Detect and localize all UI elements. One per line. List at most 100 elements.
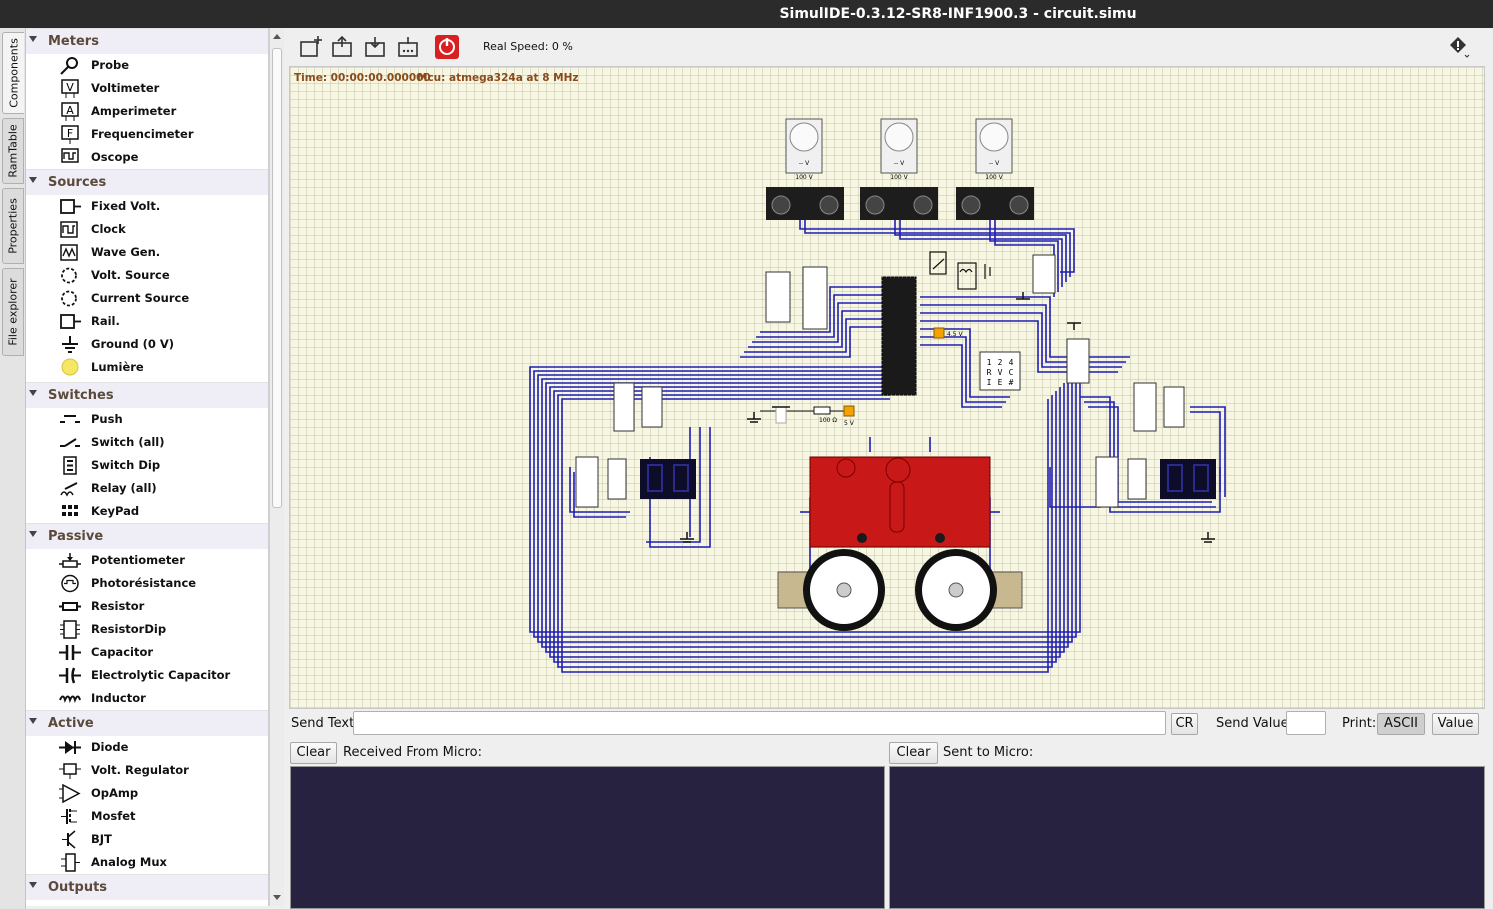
- send-value-input[interactable]: [1286, 711, 1326, 735]
- category-active[interactable]: Active: [26, 710, 268, 736]
- keypad-icon: [59, 502, 81, 521]
- svg-text:-- V: -- V: [894, 160, 905, 167]
- ultrasonic-sensor-2[interactable]: [860, 187, 938, 220]
- relay-and-battery: [929, 251, 991, 290]
- chevron-down-icon: [29, 390, 37, 396]
- palette-item-keypad[interactable]: KeyPad: [26, 500, 268, 523]
- palette-item-volt-source[interactable]: Volt. Source: [26, 264, 268, 287]
- circuit-canvas[interactable]: Time: 00:00:00.000000 Mcu: atmega324a at…: [289, 66, 1485, 709]
- palette-item-resistor[interactable]: Resistor: [26, 595, 268, 618]
- resistor-100-ohm[interactable]: 100 Ω: [760, 406, 844, 424]
- ultrasonic-sensor-1[interactable]: [766, 187, 844, 220]
- microcontroller-chip[interactable]: [881, 276, 917, 396]
- svg-text:4.5 V: 4.5 V: [947, 331, 963, 338]
- scrollbar-thumb[interactable]: [272, 48, 282, 508]
- category-outputs[interactable]: Outputs: [26, 874, 268, 900]
- received-terminal[interactable]: [290, 766, 885, 909]
- clock-icon: [59, 220, 81, 239]
- category-meters[interactable]: Meters: [26, 28, 268, 54]
- palette-item-oscope[interactable]: Oscope: [26, 146, 268, 169]
- circuit-schematic: -- V 100 V -- V 100 V -- V 100 V 1 2 4 R…: [529, 118, 1226, 673]
- palette-item-relay[interactable]: Relay (all): [26, 477, 268, 500]
- right-wheel[interactable]: [915, 549, 1023, 631]
- tab-properties[interactable]: Properties: [2, 188, 24, 264]
- svg-text:C: C: [1009, 368, 1014, 377]
- chevron-down-icon: [29, 36, 37, 42]
- palette-item-analog-mux[interactable]: Analog Mux: [26, 851, 268, 874]
- palette-item-switch-dip[interactable]: Switch Dip: [26, 454, 268, 477]
- palette-item-current-source[interactable]: Current Source: [26, 287, 268, 310]
- palette-scrollbar[interactable]: [269, 28, 284, 906]
- save-circuit-button[interactable]: [363, 34, 389, 60]
- category-sources[interactable]: Sources: [26, 169, 268, 195]
- scroll-up-icon[interactable]: [273, 34, 281, 39]
- palette-item-frequencimeter[interactable]: F Frequencimeter: [26, 123, 268, 146]
- palette-item-capacitor[interactable]: Capacitor: [26, 641, 268, 664]
- seven-segment-display-right[interactable]: [1160, 459, 1216, 499]
- tab-components[interactable]: Components: [2, 32, 24, 114]
- received-from-micro-label: Received From Micro:: [343, 745, 482, 760]
- tab-file-explorer[interactable]: File explorer: [2, 268, 24, 356]
- voltimeter-1[interactable]: -- V 100 V: [785, 118, 823, 181]
- palette-item-photoresistance[interactable]: Photorésistance: [26, 572, 268, 595]
- seven-segment-display-left[interactable]: [640, 459, 696, 499]
- palette-item-rail[interactable]: Rail.: [26, 310, 268, 333]
- palette-item-amperimeter[interactable]: A Amperimeter: [26, 100, 268, 123]
- volt-source-icon: [59, 266, 81, 285]
- palette-item-voltimeter[interactable]: V Voltimeter: [26, 77, 268, 100]
- clear-sent-button[interactable]: Clear: [889, 742, 938, 764]
- palette-item-fixed-volt[interactable]: Fixed Volt.: [26, 195, 268, 218]
- chevron-down-icon: [29, 882, 37, 888]
- palette-item-electrolytic-capacitor[interactable]: Electrolytic Capacitor: [26, 664, 268, 687]
- voltimeter-3[interactable]: -- V 100 V: [975, 118, 1013, 181]
- voltimeter-icon: V: [59, 79, 81, 98]
- toolbar: Real Speed: 0 %: [289, 28, 1493, 66]
- palette-item-resistordip[interactable]: ResistorDip: [26, 618, 268, 641]
- left-wheel[interactable]: [777, 549, 885, 631]
- palette-item-switch[interactable]: Switch (all): [26, 431, 268, 454]
- palette-item-potentiometer[interactable]: Potentiometer: [26, 549, 268, 572]
- voltimeter-2[interactable]: -- V 100 V: [880, 118, 918, 181]
- cr-button[interactable]: CR: [1171, 713, 1198, 735]
- bjt-icon: [59, 830, 81, 849]
- open-circuit-button[interactable]: [330, 34, 356, 60]
- ascii-button[interactable]: ASCII: [1377, 713, 1425, 735]
- power-button[interactable]: [434, 34, 460, 60]
- palette-item-diode[interactable]: Diode: [26, 736, 268, 759]
- sent-terminal[interactable]: [889, 766, 1485, 909]
- palette-item-probe[interactable]: Probe: [26, 54, 268, 77]
- new-circuit-icon: [300, 36, 322, 57]
- palette-item-clock[interactable]: Clock: [26, 218, 268, 241]
- category-passive[interactable]: Passive: [26, 523, 268, 549]
- palette-item-push[interactable]: Push: [26, 408, 268, 431]
- amperimeter-icon: A: [59, 102, 81, 121]
- keypad[interactable]: 1 2 4 R V C I E #: [987, 358, 1014, 387]
- palette-item-wave-gen[interactable]: Wave Gen.: [26, 241, 268, 264]
- palette-item-inductor[interactable]: Inductor: [26, 687, 268, 710]
- robot-driver-board[interactable]: [809, 456, 991, 548]
- send-text-input[interactable]: [353, 711, 1166, 735]
- palette-item-opamp[interactable]: OpAmp: [26, 782, 268, 805]
- clear-received-button[interactable]: Clear: [290, 742, 337, 764]
- category-switches[interactable]: Switches: [26, 382, 268, 408]
- info-button[interactable]: [1447, 34, 1473, 60]
- scroll-down-icon[interactable]: [273, 895, 281, 900]
- value-button[interactable]: Value: [1432, 713, 1479, 735]
- svg-text:E: E: [998, 378, 1003, 387]
- serial-monitor: Send Text: CR Send Value: Print: ASCII V…: [289, 709, 1493, 909]
- rail-icon: [59, 312, 81, 331]
- svg-text:V: V: [998, 368, 1003, 377]
- save-as-icon: [398, 37, 418, 57]
- palette-item-bjt[interactable]: BJT: [26, 828, 268, 851]
- new-circuit-button[interactable]: [298, 34, 324, 60]
- palette-item-lumiere[interactable]: Lumière: [26, 356, 268, 382]
- palette-item-ground[interactable]: Ground (0 V): [26, 333, 268, 356]
- ultrasonic-sensor-3[interactable]: [956, 187, 1034, 220]
- diode-icon: [59, 738, 81, 757]
- rail-5v[interactable]: 5 V: [843, 405, 855, 427]
- save-as-button[interactable]: [396, 34, 422, 60]
- palette-item-mosfet[interactable]: Mosfet: [26, 805, 268, 828]
- push-button[interactable]: [772, 406, 790, 424]
- palette-item-volt-regulator[interactable]: Volt. Regulator: [26, 759, 268, 782]
- tab-ramtable[interactable]: RamTable: [2, 118, 24, 184]
